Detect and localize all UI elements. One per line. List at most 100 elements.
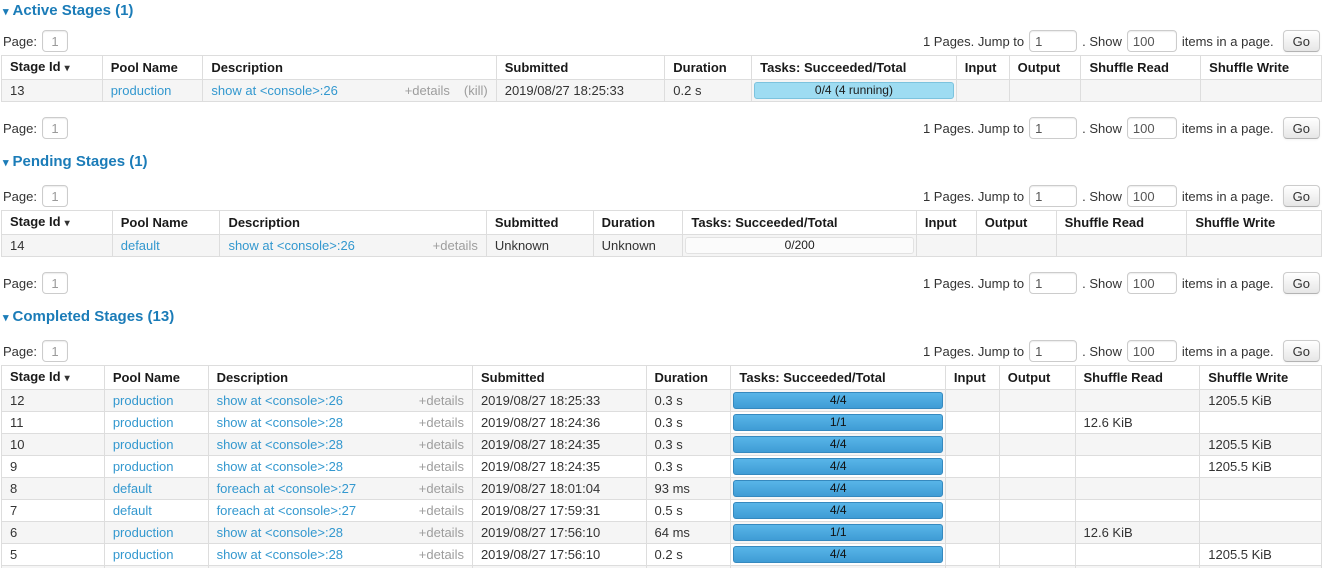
description-link[interactable]: show at <console>:28 bbox=[217, 412, 343, 433]
pool-name-link[interactable]: default bbox=[113, 503, 152, 518]
output-cell bbox=[999, 434, 1075, 456]
pool-name-link[interactable]: production bbox=[113, 459, 174, 474]
duration-cell: 64 ms bbox=[646, 522, 731, 544]
duration-cell: 0.2 s bbox=[665, 80, 752, 102]
description-link[interactable]: show at <console>:28 bbox=[217, 434, 343, 455]
details-link[interactable]: +details bbox=[419, 390, 464, 411]
pages-total-text: 1 Pages. Jump to bbox=[923, 276, 1024, 291]
description-link[interactable]: foreach at <console>:27 bbox=[217, 500, 357, 521]
column-header-tasks-succeeded-total[interactable]: Tasks: Succeeded/Total bbox=[752, 56, 957, 80]
column-header-shuffle-write[interactable]: Shuffle Write bbox=[1201, 56, 1322, 80]
page-number-input[interactable] bbox=[42, 340, 68, 362]
column-header-submitted[interactable]: Submitted bbox=[486, 211, 593, 235]
pool-name-link[interactable]: default bbox=[121, 238, 160, 253]
column-header-input[interactable]: Input bbox=[945, 366, 999, 390]
show-count-input[interactable] bbox=[1127, 185, 1177, 207]
completed-stages-heading[interactable]: ▾Completed Stages (13) bbox=[3, 306, 1322, 327]
column-header-submitted[interactable]: Submitted bbox=[472, 366, 646, 390]
show-text: . Show bbox=[1082, 344, 1122, 359]
details-link[interactable]: +details bbox=[419, 500, 464, 521]
active-stages-heading[interactable]: ▾Active Stages (1) bbox=[3, 0, 1322, 21]
description-link[interactable]: show at <console>:26 bbox=[217, 390, 343, 411]
details-link[interactable]: +details bbox=[419, 456, 464, 477]
column-header-output[interactable]: Output bbox=[1009, 56, 1081, 80]
column-header-duration[interactable]: Duration bbox=[593, 211, 683, 235]
pool-name-link[interactable]: production bbox=[113, 525, 174, 540]
input-cell bbox=[945, 390, 999, 412]
jump-to-input[interactable] bbox=[1029, 30, 1077, 52]
column-header-pool-name[interactable]: Pool Name bbox=[104, 366, 208, 390]
details-link[interactable]: +details bbox=[419, 412, 464, 433]
column-header-submitted[interactable]: Submitted bbox=[496, 56, 665, 80]
description-link[interactable]: show at <console>:26 bbox=[211, 80, 337, 101]
description-link[interactable]: show at <console>:28 bbox=[217, 522, 343, 543]
description-link[interactable]: show at <console>:28 bbox=[217, 456, 343, 477]
page-number-input[interactable] bbox=[42, 185, 68, 207]
page-label: Page: bbox=[3, 344, 37, 359]
column-header-description[interactable]: Description bbox=[208, 366, 472, 390]
column-header-tasks-succeeded-total[interactable]: Tasks: Succeeded/Total bbox=[731, 366, 946, 390]
pool-name-link[interactable]: production bbox=[113, 547, 174, 562]
column-header-pool-name[interactable]: Pool Name bbox=[102, 56, 203, 80]
column-header-input[interactable]: Input bbox=[916, 211, 976, 235]
jump-to-input[interactable] bbox=[1029, 340, 1077, 362]
show-count-input[interactable] bbox=[1127, 272, 1177, 294]
column-label: Duration bbox=[602, 215, 655, 230]
pool-name-link[interactable]: production bbox=[113, 415, 174, 430]
pool-name-link[interactable]: default bbox=[113, 481, 152, 496]
column-header-description[interactable]: Description bbox=[220, 211, 486, 235]
column-header-tasks-succeeded-total[interactable]: Tasks: Succeeded/Total bbox=[683, 211, 917, 235]
go-button[interactable]: Go bbox=[1283, 185, 1320, 207]
jump-to-input[interactable] bbox=[1029, 117, 1077, 139]
page-number-input[interactable] bbox=[42, 272, 68, 294]
go-button[interactable]: Go bbox=[1283, 340, 1320, 362]
description-link[interactable]: show at <console>:28 bbox=[217, 544, 343, 565]
show-count-input[interactable] bbox=[1127, 340, 1177, 362]
column-header-duration[interactable]: Duration bbox=[665, 56, 752, 80]
jump-to-input[interactable] bbox=[1029, 272, 1077, 294]
column-header-shuffle-read[interactable]: Shuffle Read bbox=[1081, 56, 1201, 80]
input-cell bbox=[945, 434, 999, 456]
details-link[interactable]: +details bbox=[405, 80, 450, 101]
details-link[interactable]: +details bbox=[419, 434, 464, 455]
section-title-text: Active Stages (1) bbox=[13, 2, 134, 19]
column-header-shuffle-read[interactable]: Shuffle Read bbox=[1056, 211, 1187, 235]
page-number-input[interactable] bbox=[42, 30, 68, 52]
output-cell bbox=[999, 456, 1075, 478]
details-link[interactable]: +details bbox=[419, 544, 464, 565]
column-header-stage-id[interactable]: Stage Id▾ bbox=[2, 211, 113, 235]
pool-name-link[interactable]: production bbox=[113, 393, 174, 408]
column-header-description[interactable]: Description bbox=[203, 56, 496, 80]
jump-to-input[interactable] bbox=[1029, 185, 1077, 207]
column-label: Shuffle Read bbox=[1065, 215, 1144, 230]
collapse-arrow-icon: ▾ bbox=[3, 310, 9, 327]
go-button[interactable]: Go bbox=[1283, 272, 1320, 294]
details-link[interactable]: +details bbox=[419, 478, 464, 499]
details-link[interactable]: +details bbox=[433, 235, 478, 256]
column-header-shuffle-read[interactable]: Shuffle Read bbox=[1075, 366, 1200, 390]
column-header-input[interactable]: Input bbox=[956, 56, 1009, 80]
tasks-cell: 4/4 bbox=[731, 478, 946, 500]
go-button[interactable]: Go bbox=[1283, 30, 1320, 52]
column-header-stage-id[interactable]: Stage Id▾ bbox=[2, 56, 103, 80]
description-link[interactable]: show at <console>:26 bbox=[228, 235, 354, 256]
kill-link[interactable]: (kill) bbox=[464, 80, 488, 101]
pool-name-link[interactable]: production bbox=[111, 83, 172, 98]
show-count-input[interactable] bbox=[1127, 117, 1177, 139]
show-count-input[interactable] bbox=[1127, 30, 1177, 52]
column-header-shuffle-write[interactable]: Shuffle Write bbox=[1200, 366, 1322, 390]
description-link[interactable]: foreach at <console>:27 bbox=[217, 478, 357, 499]
shuffle-write-cell bbox=[1200, 500, 1322, 522]
pool-name-link[interactable]: production bbox=[113, 437, 174, 452]
column-header-output[interactable]: Output bbox=[999, 366, 1075, 390]
pagination-bar: Page: 1 Pages. Jump to . Show items in a… bbox=[3, 30, 1320, 52]
page-number-input[interactable] bbox=[42, 117, 68, 139]
go-button[interactable]: Go bbox=[1283, 117, 1320, 139]
column-header-shuffle-write[interactable]: Shuffle Write bbox=[1187, 211, 1322, 235]
pending-stages-heading[interactable]: ▾Pending Stages (1) bbox=[3, 151, 1322, 172]
details-link[interactable]: +details bbox=[419, 522, 464, 543]
column-header-stage-id[interactable]: Stage Id▾ bbox=[2, 366, 105, 390]
column-header-duration[interactable]: Duration bbox=[646, 366, 731, 390]
column-header-output[interactable]: Output bbox=[976, 211, 1056, 235]
column-header-pool-name[interactable]: Pool Name bbox=[112, 211, 220, 235]
